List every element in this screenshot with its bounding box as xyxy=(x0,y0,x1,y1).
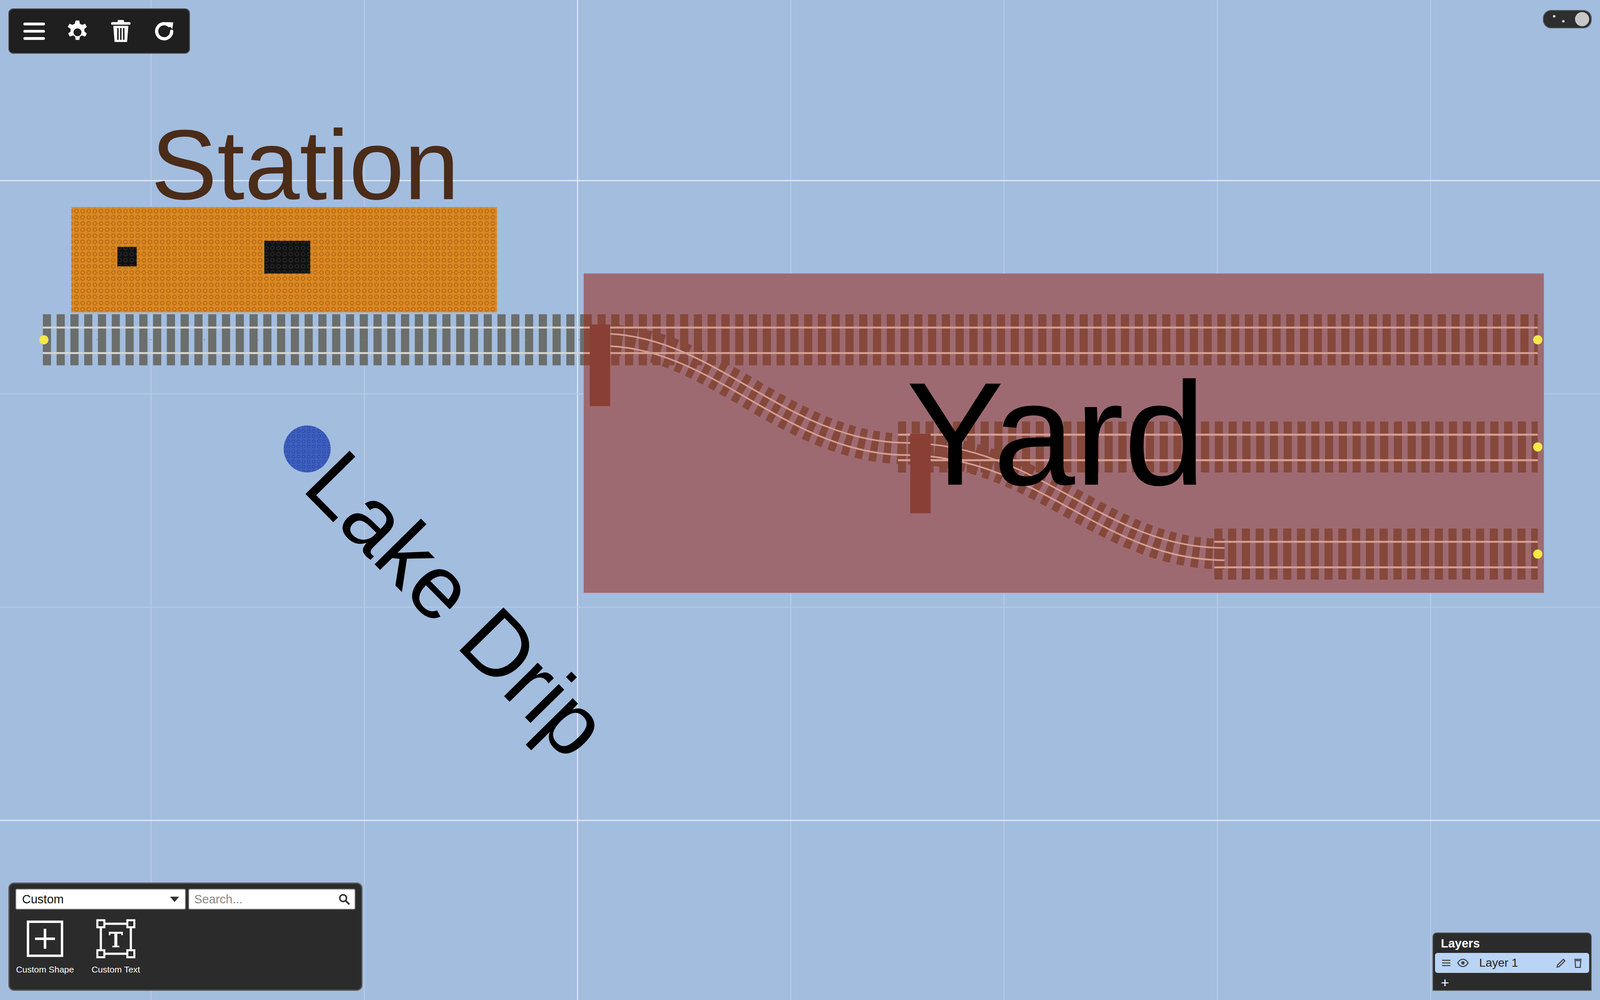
delete-button[interactable] xyxy=(100,10,142,53)
menu-icon xyxy=(21,18,48,45)
pencil-icon[interactable] xyxy=(1555,956,1568,970)
yard-area[interactable] xyxy=(583,273,1544,593)
magnifier-icon xyxy=(337,892,351,906)
search-input[interactable] xyxy=(193,892,338,907)
canvas-label[interactable]: Yard xyxy=(906,351,1206,516)
layer-name: Layer 1 xyxy=(1473,956,1551,970)
plus-box-icon xyxy=(25,918,65,959)
track-endpoint[interactable] xyxy=(1533,442,1543,452)
settings-button[interactable] xyxy=(56,10,99,53)
palette-item[interactable]: Custom Shape xyxy=(17,918,73,975)
text-box-icon xyxy=(95,918,136,959)
parts-palette: Custom Custom Shape Custom Text xyxy=(8,882,363,991)
track-endpoint[interactable] xyxy=(1533,549,1543,559)
moon-icon xyxy=(1575,12,1590,27)
palette-bar: Custom xyxy=(15,888,356,910)
rotate-button[interactable] xyxy=(143,10,185,53)
menu-button[interactable] xyxy=(13,10,55,53)
caret-down-icon xyxy=(170,896,180,903)
trash-icon xyxy=(107,18,134,45)
layer-row[interactable]: Layer 1 xyxy=(1435,952,1590,973)
canvas-label[interactable]: Lake Drip xyxy=(286,431,628,777)
category-select[interactable]: Custom xyxy=(15,888,186,910)
track-endpoint[interactable] xyxy=(1533,335,1543,345)
station-track[interactable] xyxy=(42,327,584,353)
track-endpoint[interactable] xyxy=(39,335,49,345)
trash-icon[interactable] xyxy=(1571,956,1585,970)
layers-panel: Layers Layer 1 + xyxy=(1432,932,1592,991)
star-icon xyxy=(1562,20,1565,23)
canvas[interactable]: Station Yard Lake Drip xyxy=(0,0,1600,1000)
toolbar xyxy=(8,8,190,54)
palette-item[interactable]: Custom Text xyxy=(88,918,143,975)
palette-items: Custom Shape Custom Text xyxy=(15,918,356,975)
palette-item-label: Custom Shape xyxy=(16,964,75,975)
eye-icon[interactable] xyxy=(1456,956,1470,970)
layers-title: Layers xyxy=(1433,936,1591,951)
gear-icon xyxy=(64,18,91,45)
canvas-label[interactable]: Station xyxy=(150,109,460,220)
station-building[interactable] xyxy=(71,207,497,313)
category-value: Custom xyxy=(22,892,64,907)
yard-tracks[interactable] xyxy=(583,324,1538,568)
add-layer-button[interactable]: + xyxy=(1433,975,1591,990)
grid-line xyxy=(0,820,1600,821)
layout-editor: Station Yard Lake Drip Custom Custom Shape… xyxy=(0,0,1600,1000)
palette-item-label: Custom Text xyxy=(91,964,140,975)
grid-line xyxy=(577,0,578,1000)
search-field[interactable] xyxy=(188,888,356,910)
grid-line xyxy=(0,606,1600,608)
theme-toggle[interactable] xyxy=(1542,10,1592,29)
drag-handle-icon[interactable] xyxy=(1440,956,1453,970)
rotate-icon xyxy=(151,18,178,45)
star-icon xyxy=(1552,15,1556,18)
canvas-background xyxy=(0,0,1600,1000)
